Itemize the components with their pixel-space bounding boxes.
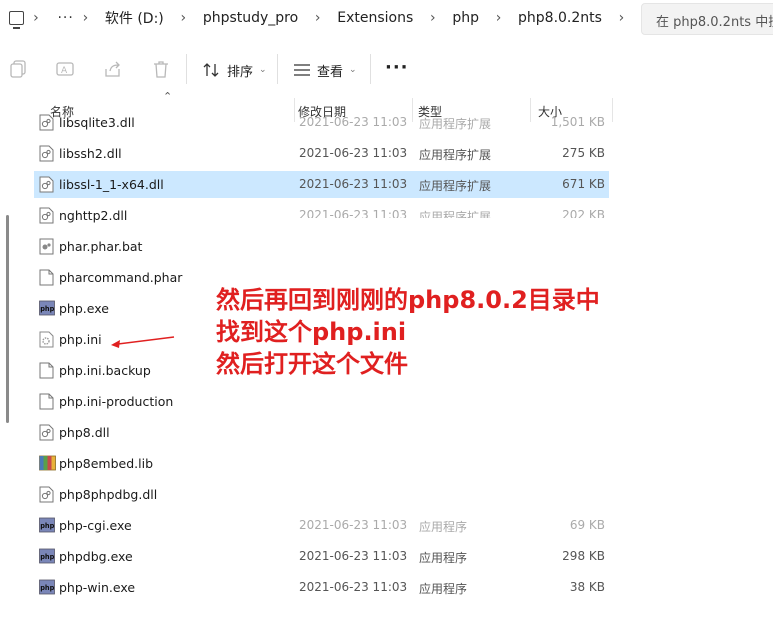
chevron-right-icon[interactable]: › [610,10,633,26]
chevron-down-icon: ⌄ [259,65,267,75]
file-name: php8embed.lib [59,456,154,471]
toolbar-divider [277,54,278,84]
file-name: phar.phar.bat [59,239,143,254]
file-name: php8.dll [59,425,110,440]
file-name: php-win.exe [59,580,136,595]
file-name: libssl-1_1-x64.dll [59,177,164,192]
chevron-right-icon[interactable]: › [306,10,329,26]
file-modified: 2021-06-23 11:03 [299,146,408,160]
sort-icon [203,63,219,77]
view-icon [294,64,310,76]
view-button[interactable]: 查看 ⌄ [293,58,357,82]
annotation-text: 然后再回到刚刚的php8.0.2目录中 找到这个php.ini 然后打开这个文件 [216,284,600,380]
monitor-icon [9,11,25,29]
svg-text:php: php [40,522,54,530]
lib-icon [39,455,56,472]
annotation-line-1: 然后再回到刚刚的php8.0.2目录中 [216,286,600,314]
dll-icon [39,424,54,441]
file-modified: 2021-06-23 11:03 [299,580,408,594]
breadcrumb-php[interactable]: php [444,10,487,26]
annotation-line-3: 然后打开这个文件 [216,350,408,378]
file-name: nghttp2.dll [59,208,128,223]
file-name: phpdbg.exe [59,549,133,564]
address-bar[interactable]: › ··· › 软件 (D:) › phpstudy_pro › Extensi… [0,0,633,36]
file-name: php-cgi.exe [59,518,132,533]
bat-icon [39,238,54,255]
file-name: libsqlite3.dll [59,115,135,130]
php-exe-icon: php [39,300,55,317]
breadcrumb-extensions[interactable]: Extensions [329,10,421,26]
file-type: 应用程序 [419,582,468,596]
breadcrumb-php802nts[interactable]: php8.0.2nts [510,10,610,26]
file-type: 应用程序扩展 [419,179,492,193]
file-modified: 2021-06-23 11:03 [299,549,408,563]
more-options-button[interactable]: ··· [385,57,409,78]
dll-icon [39,114,54,131]
chevron-right-icon[interactable]: › [421,10,444,26]
view-label: 查看 [317,64,344,80]
chevron-right-icon[interactable]: › [74,10,97,26]
share-icon[interactable] [104,60,122,78]
file-size: 298 KB [562,549,605,563]
php-exe-icon: php [39,579,55,596]
file-modified: 2021-06-23 11:03 [299,115,408,129]
file-size: 69 KB [569,518,605,532]
toolbar-divider [370,54,371,84]
file-modified: 2021-06-23 11:03 [299,518,408,532]
svg-text:php: php [40,553,54,561]
annotation-arrow-icon [111,336,175,348]
svg-text:A: A [61,66,68,76]
file-name: php.ini [59,332,102,347]
file-row[interactable]: libsqlite3.dll 2021-06-23 11:03 应用程序扩展 1,50… [34,110,609,136]
file-name: php.ini-production [59,394,174,409]
chevron-right-icon[interactable]: › [172,10,195,26]
svg-text:php: php [40,305,54,313]
file-row[interactable]: libssh2.dll 2021-06-23 11:03 应用程序扩展 275 KB [34,140,609,167]
file-row[interactable]: php php-cgi.exe 2021-06-23 11:03 应用程序 69 KB [34,512,609,539]
php-exe-icon: php [39,548,55,565]
breadcrumb-drive[interactable]: 软件 (D:) [97,8,172,28]
file-row[interactable]: php phpdbg.exe 2021-06-23 11:03 应用程序 298 KB [34,543,609,570]
breadcrumb-phpstudy[interactable]: phpstudy_pro [195,10,306,26]
dll-icon [39,207,54,224]
file-icon [39,269,54,286]
dll-icon [39,176,54,193]
file-icon [39,393,54,410]
dll-icon [39,145,54,162]
file-size: 38 KB [569,580,605,594]
annotation-line-2: 找到这个php.ini [216,318,407,346]
php-exe-icon: php [39,517,55,534]
file-name: pharcommand.phar [59,270,183,285]
rename-icon[interactable]: A [56,60,74,78]
file-type: 应用程序扩展 [419,148,492,162]
search-input[interactable]: 在 php8.0.2nts 中搜 [641,3,773,35]
file-size: 1,501 KB [550,115,605,129]
file-name: php8phpdbg.dll [59,487,158,502]
ini-icon [39,331,54,348]
file-row[interactable]: php php-win.exe 2021-06-23 11:03 应用程序 38 KB [34,574,609,601]
file-type: 应用程序 [419,520,468,534]
sort-label: 排序 [227,64,254,80]
file-name: php.exe [59,301,109,316]
chevron-right-icon[interactable]: › [487,10,510,26]
file-name: libssh2.dll [59,146,122,161]
svg-text:php: php [40,584,54,592]
file-modified: 2021-06-23 11:03 [299,177,408,191]
dll-icon [39,486,54,503]
chevron-right-icon[interactable]: › [24,10,47,26]
breadcrumb-more[interactable]: ··· [57,10,73,26]
address-bar-row: › ··· › 软件 (D:) › phpstudy_pro › Extensi… [0,0,773,40]
copy-icon[interactable] [10,60,26,78]
sort-button[interactable]: 排序 ⌄ [203,58,267,82]
file-size: 275 KB [562,146,605,160]
file-name: php.ini.backup [59,363,151,378]
toolbar-divider [186,54,187,84]
file-row[interactable]: libssl-1_1-x64.dll 2021-06-23 11:03 应用程序扩展… [34,171,609,198]
delete-icon[interactable] [153,60,169,78]
file-size: 671 KB [562,177,605,191]
file-type: 应用程序 [419,551,468,565]
file-icon [39,362,54,379]
file-type: 应用程序扩展 [419,117,492,131]
chevron-down-icon: ⌄ [349,65,357,75]
